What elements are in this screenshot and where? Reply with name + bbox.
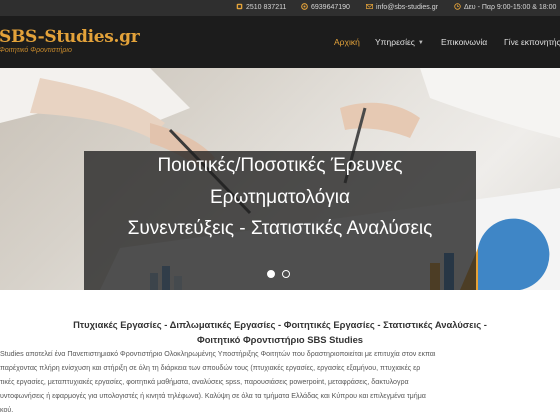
nav-item-services-label: Υπηρεσίες	[375, 37, 415, 47]
slider-dot-1[interactable]	[267, 270, 275, 278]
mobile-number: 6939647190	[311, 4, 350, 11]
paragraph-line-4: υντοφωνήσεις ή εφαρμογές για υπολογιστές…	[0, 392, 426, 400]
paragraph-line-2: παρέχοντας πλήρη ενίσχυση και στήριξη σε…	[0, 364, 421, 372]
paragraph-line-5: κού.	[0, 406, 14, 414]
hours-text: Δευ - Παρ 9:00-15:00 & 18:00	[464, 4, 557, 11]
phone-number: 2510 837211	[246, 4, 287, 11]
top-contact-bar: 2510 837211 6939647190 info@sbs-studies.…	[0, 0, 560, 16]
intro-paragraph: Studies αποτελεί ένα Πανεπιστημιακό Φρον…	[0, 347, 560, 417]
intro-section: Πτυχιακές Εργασίες - Διπλωματικές Εργασί…	[0, 290, 560, 420]
logo-subtitle: Φοιτητικό Φροντιστήριο	[0, 47, 72, 54]
nav-item-become-writer[interactable]: Γίνε εκπονητής	[504, 16, 560, 68]
chevron-down-icon: ▼	[417, 40, 424, 46]
slider-dot-2[interactable]	[282, 270, 290, 278]
mobile-contact[interactable]: 6939647190	[301, 0, 350, 16]
opening-hours: Δευ - Παρ 9:00-15:00 & 18:00	[454, 0, 556, 16]
mail-icon	[366, 3, 373, 10]
hero-slider[interactable]: Ποιοτικές/Ποσοτικές Έρευνες Ερωτηματολόγ…	[0, 68, 560, 290]
headline-line-2: Φοιτητικό Φροντιστήριο SBS Studies	[197, 334, 363, 345]
email-contact[interactable]: info@sbs-studies.gr	[366, 0, 438, 16]
paragraph-line-1: Studies αποτελεί ένα Πανεπιστημιακό Φρον…	[0, 350, 436, 358]
phone-icon	[236, 3, 243, 10]
site-logo[interactable]: SBS-Studies.gr Φοιτητικό Φροντιστήριο	[0, 27, 140, 55]
clock-icon	[454, 3, 461, 10]
hero-title-line-3: Συνεντεύξεις - Στατιστικές Αναλύσεις	[127, 218, 433, 239]
hero-title-line-1: Ποιοτικές/Ποσοτικές Έρευνες	[157, 155, 403, 176]
logo-title: SBS-Studies.gr	[0, 27, 140, 47]
headline-line-1: Πτυχιακές Εργασίες - Διπλωματικές Εργασί…	[73, 319, 487, 330]
paragraph-line-3: τικές εργασίες, μεταπτυχιακές εργασίες, …	[0, 378, 409, 386]
phone-contact[interactable]: 2510 837211	[236, 0, 286, 16]
hero-caption: Ποιοτικές/Ποσοτικές Έρευνες Ερωτηματολόγ…	[84, 151, 476, 290]
nav-item-services[interactable]: Υπηρεσίες ▼	[375, 16, 424, 68]
page-headline: Πτυχιακές Εργασίες - Διπλωματικές Εργασί…	[0, 317, 560, 347]
whatsapp-icon	[301, 3, 308, 10]
nav-item-home[interactable]: Αρχική	[334, 16, 360, 68]
nav-item-contact[interactable]: Επικοινωνία	[441, 16, 487, 68]
email-address: info@sbs-studies.gr	[376, 4, 438, 11]
hero-title-line-2: Ερωτηματολόγια	[210, 187, 350, 208]
